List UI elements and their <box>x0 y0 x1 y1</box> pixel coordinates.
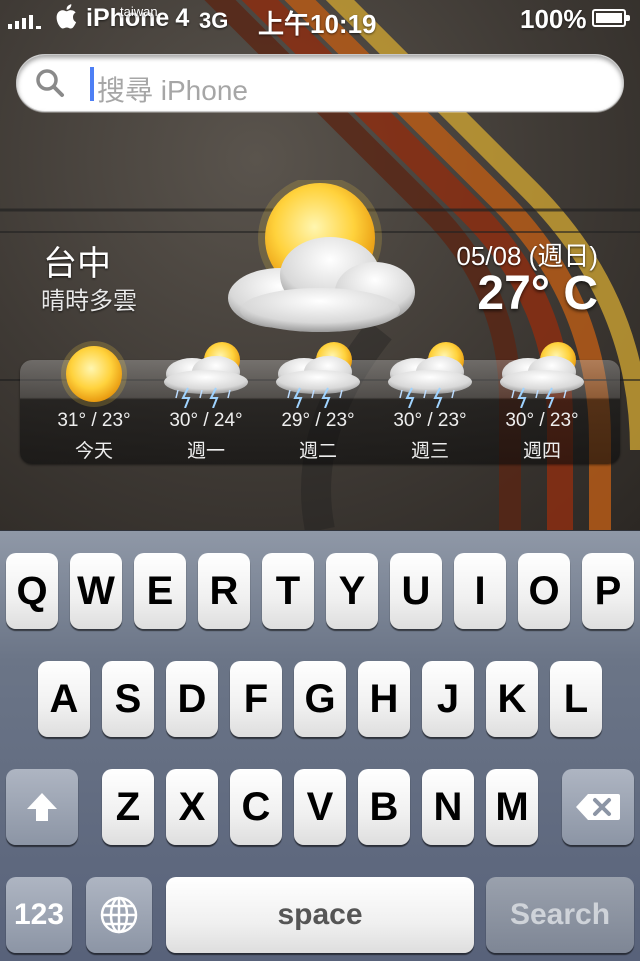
forecast-bar: 31° / 23° 今天 30° / 24° 週一 29° / 23° 週二 3… <box>20 341 620 464</box>
key-f[interactable]: F <box>230 661 282 737</box>
search-input[interactable]: 搜尋 iPhone <box>16 54 624 112</box>
forecast-temps: 31° / 23° <box>57 410 131 431</box>
forecast-day: 週二 <box>298 441 337 462</box>
forecast-temps: 30° / 23° <box>393 410 467 431</box>
thunderstorm-icon <box>500 342 584 408</box>
key-j[interactable]: J <box>422 661 474 737</box>
shift-icon <box>27 793 57 821</box>
clock: 上午10:19 <box>258 9 377 39</box>
key-u[interactable]: U <box>390 553 442 629</box>
forecast-item: 31° / 23° 今天 <box>38 340 150 464</box>
key-w[interactable]: W <box>70 553 122 629</box>
key-a[interactable]: A <box>38 661 90 737</box>
key-m[interactable]: M <box>486 769 538 845</box>
forecast-item: 29° / 23° 週二 <box>262 340 374 464</box>
carrier-superscript: taiwan <box>120 4 158 19</box>
partly-cloudy-icon <box>228 180 415 332</box>
city-name: 台中 <box>43 245 111 283</box>
key-c[interactable]: C <box>230 769 282 845</box>
key-r[interactable]: R <box>198 553 250 629</box>
key-n[interactable]: N <box>422 769 474 845</box>
key-z[interactable]: Z <box>102 769 154 845</box>
thunderstorm-icon <box>276 342 360 408</box>
key-e[interactable]: E <box>134 553 186 629</box>
signal-icon <box>8 13 41 29</box>
shift-key[interactable] <box>6 769 78 845</box>
forecast-item: 30° / 23° 週四 <box>486 340 598 464</box>
forecast-day: 週一 <box>186 441 225 462</box>
current-temperature: 27° C <box>477 267 598 320</box>
forecast-temps: 29° / 23° <box>281 410 355 431</box>
weather-widget[interactable]: 台中 晴時多雲 05/08 (週日) 27° C 31° / 23° 今天 30… <box>0 150 640 470</box>
key-o[interactable]: O <box>518 553 570 629</box>
sunny-icon <box>61 341 127 407</box>
backspace-key[interactable] <box>562 769 634 845</box>
key-l[interactable]: L <box>550 661 602 737</box>
forecast-item: 30° / 23° 週三 <box>374 340 486 464</box>
network-type: 3G <box>199 8 229 33</box>
battery-icon <box>592 9 630 27</box>
keyboard: Q W E R T Y U I O P A S D F G H J K L Z … <box>0 530 640 961</box>
forecast-day: 週四 <box>522 441 561 462</box>
key-d[interactable]: D <box>166 661 218 737</box>
globe-icon <box>100 896 138 934</box>
thunderstorm-icon <box>164 342 248 408</box>
key-i[interactable]: I <box>454 553 506 629</box>
search-placeholder: 搜尋 iPhone <box>97 75 248 106</box>
key-p[interactable]: P <box>582 553 634 629</box>
key-x[interactable]: X <box>166 769 218 845</box>
thunderstorm-icon <box>388 342 472 408</box>
key-g[interactable]: G <box>294 661 346 737</box>
weather-condition: 晴時多雲 <box>41 288 137 315</box>
key-v[interactable]: V <box>294 769 346 845</box>
forecast-temps: 30° / 24° <box>169 410 243 431</box>
backspace-icon <box>576 794 620 820</box>
space-key[interactable]: space <box>166 877 474 953</box>
status-bar: iPhone 4 taiwan 3G 上午10:19 100% <box>0 0 640 40</box>
apple-icon <box>56 2 80 37</box>
key-s[interactable]: S <box>102 661 154 737</box>
key-b[interactable]: B <box>358 769 410 845</box>
key-t[interactable]: T <box>262 553 314 629</box>
key-h[interactable]: H <box>358 661 410 737</box>
battery-percentage: 100% <box>520 4 587 34</box>
key-y[interactable]: Y <box>326 553 378 629</box>
search-key[interactable]: Search <box>486 877 634 953</box>
forecast-temps: 30° / 23° <box>505 410 579 431</box>
forecast-day: 週三 <box>410 441 449 462</box>
text-caret <box>90 67 94 101</box>
forecast-item: 30° / 24° 週一 <box>150 340 262 464</box>
numbers-key[interactable]: 123 <box>6 877 72 953</box>
key-k[interactable]: K <box>486 661 538 737</box>
globe-key[interactable] <box>86 877 152 953</box>
forecast-day: 今天 <box>74 441 113 462</box>
key-q[interactable]: Q <box>6 553 58 629</box>
search-icon <box>36 69 64 97</box>
